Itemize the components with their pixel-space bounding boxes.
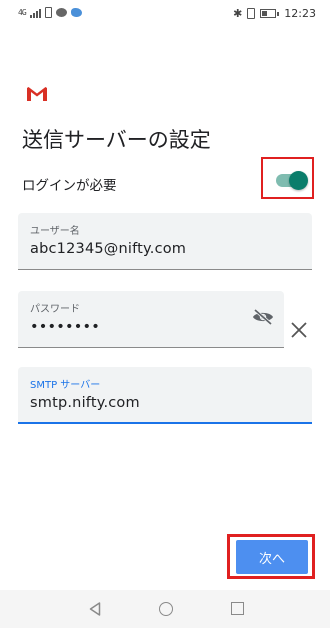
username-value[interactable]: abc12345@nifty.com (30, 241, 186, 257)
clear-password-icon[interactable] (289, 320, 309, 340)
password-label: パスワード (30, 304, 80, 315)
status-left-icons: 4G (18, 7, 82, 18)
smtp-server-label: SMTP サーバー (30, 380, 101, 391)
home-icon[interactable] (159, 602, 173, 616)
page-title: 送信サーバーの設定 (22, 128, 211, 152)
battery-tip-icon (277, 11, 280, 16)
gmail-logo-icon (27, 87, 47, 101)
next-button[interactable]: 次へ (236, 540, 308, 574)
bluetooth-icon: ✱ (233, 7, 243, 20)
app-notification-icon (70, 8, 82, 17)
battery-icon (260, 9, 277, 18)
password-field[interactable]: パスワード •••••••• (18, 291, 284, 348)
visibility-off-icon[interactable] (252, 309, 274, 325)
login-required-label: ログインが必要 (22, 178, 117, 194)
status-bar: 4G ✱ 12:23 (0, 0, 330, 28)
recent-apps-icon[interactable] (231, 602, 244, 615)
message-icon (55, 8, 67, 17)
vibrate-icon (247, 8, 256, 19)
back-icon[interactable] (89, 602, 101, 616)
smtp-server-field[interactable]: SMTP サーバー smtp.nifty.com (18, 367, 312, 424)
signal-icon (29, 8, 41, 18)
sim-icon (44, 7, 52, 18)
smtp-server-value[interactable]: smtp.nifty.com (30, 395, 140, 411)
clock: 12:23 (284, 7, 316, 20)
toggle-thumb[interactable] (289, 171, 308, 190)
username-field[interactable]: ユーザー名 abc12345@nifty.com (18, 213, 312, 270)
status-right-icons: ✱ 12:23 (233, 7, 316, 20)
password-value[interactable]: •••••••• (30, 319, 100, 335)
username-label: ユーザー名 (30, 226, 80, 237)
network-type: 4G (18, 8, 27, 17)
